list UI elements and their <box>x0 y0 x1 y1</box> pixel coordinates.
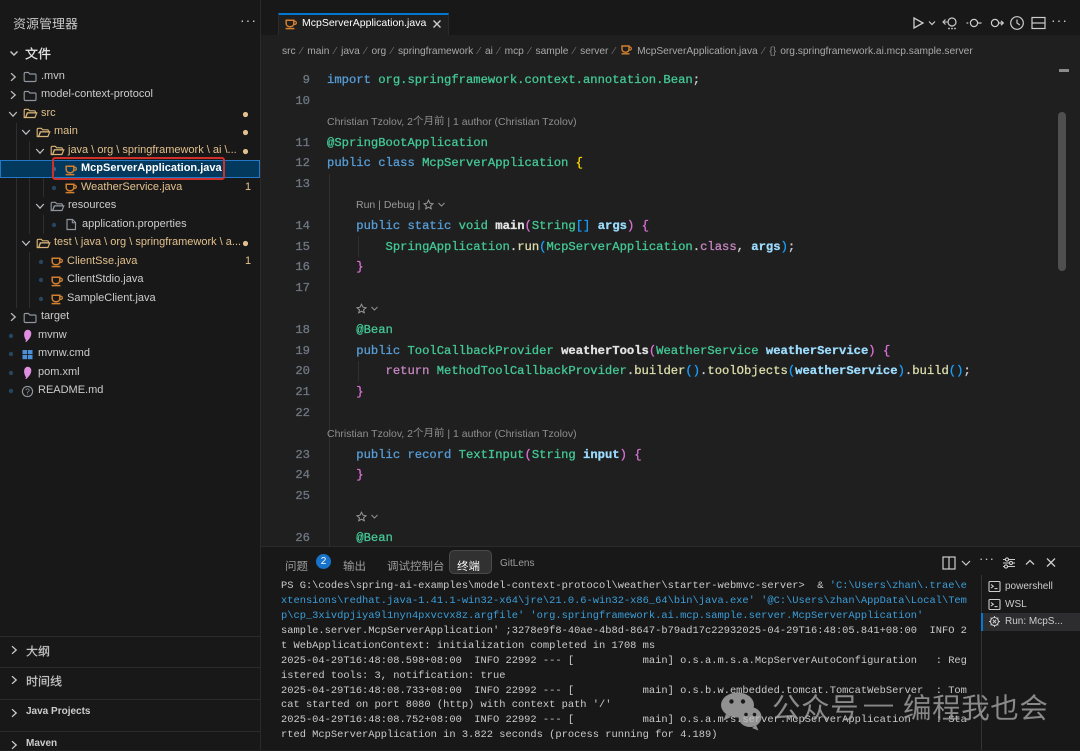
svg-text:?: ? <box>25 386 30 396</box>
